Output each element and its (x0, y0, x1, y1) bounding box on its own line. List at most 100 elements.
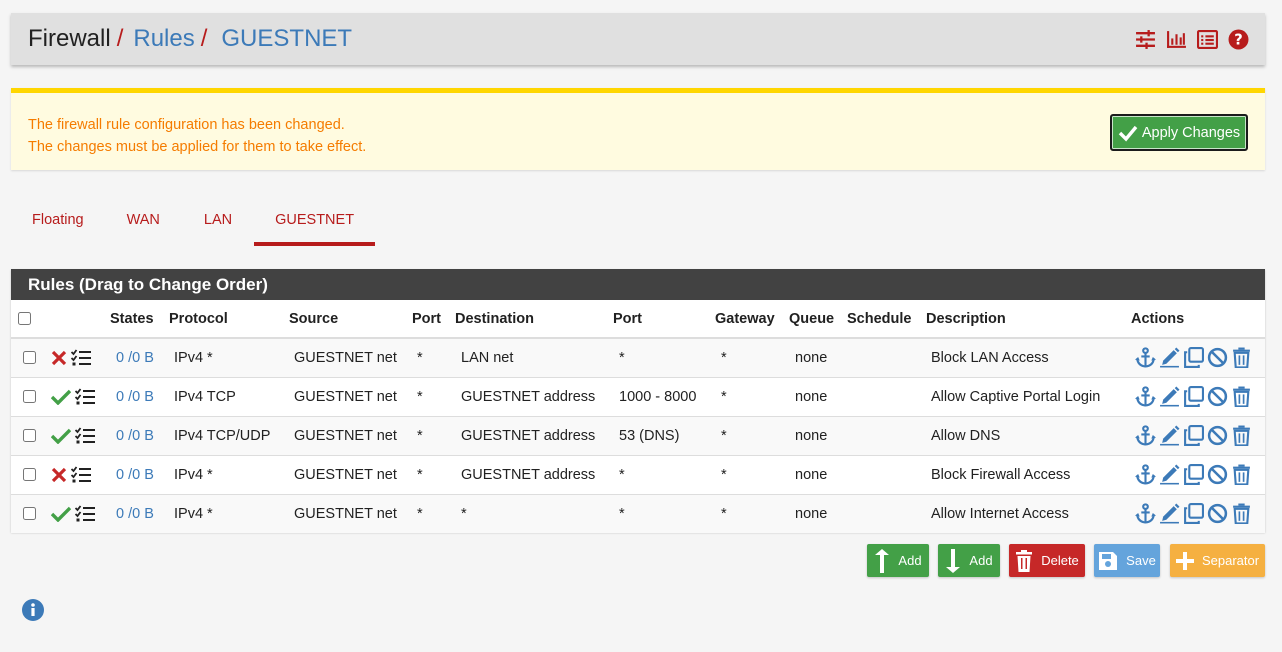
arrow-down-icon (946, 548, 961, 573)
gateway-cell: * (715, 376, 789, 416)
checklist-icon[interactable] (75, 426, 95, 445)
table-header-row: States Protocol Source Port Destination … (11, 300, 1265, 339)
pass-check-icon (51, 506, 71, 522)
tab-lan[interactable]: LAN (182, 200, 254, 246)
header-icons: ? (1135, 29, 1249, 50)
states-link[interactable]: 0 /0 B (110, 454, 169, 494)
trash-icon[interactable] (1231, 503, 1252, 525)
schedule-cell (847, 337, 926, 377)
pencil-icon[interactable] (1159, 347, 1180, 368)
list-icon[interactable] (1197, 29, 1218, 50)
disable-icon[interactable] (1207, 347, 1228, 368)
breadcrumb-separator: / (116, 25, 124, 52)
pencil-icon[interactable] (1159, 464, 1180, 485)
bar-chart-icon[interactable] (1166, 29, 1187, 50)
copy-icon[interactable] (1183, 425, 1204, 446)
checklist-icon[interactable] (75, 505, 95, 523)
breadcrumb-separator: / (200, 25, 208, 52)
save-button[interactable]: Save (1094, 544, 1160, 577)
copy-icon[interactable] (1183, 386, 1204, 407)
copy-icon[interactable] (1183, 347, 1204, 369)
source-cell: GUESTNET net (289, 493, 412, 533)
row-checkbox[interactable] (23, 468, 36, 482)
trash-icon[interactable] (1231, 386, 1252, 407)
checklist-icon[interactable] (71, 465, 91, 484)
row-select-cell (11, 493, 51, 533)
table-row[interactable]: 0 /0 B IPv4 TCP/UDP GUESTNET net * GUESTNET … (11, 415, 1265, 455)
trash-icon[interactable] (1231, 425, 1252, 446)
table-row[interactable]: 0 /0 B IPv4 TCP GUESTNET net * GUESTNET addr… (11, 376, 1265, 416)
destination-port-cell: 1000 - 8000 (613, 376, 715, 416)
states-link[interactable]: 0 /0 B (110, 337, 169, 377)
states-link[interactable]: 0 /0 B (110, 376, 169, 416)
source-port-cell: * (412, 376, 455, 416)
breadcrumb-guestnet[interactable]: GUESTNET (221, 27, 352, 51)
anchor-icon[interactable] (1135, 464, 1156, 485)
source-port-cell: * (412, 454, 455, 494)
sliders-icon[interactable] (1135, 29, 1156, 50)
tab-floating[interactable]: Floating (11, 200, 105, 246)
gateway-cell: * (715, 493, 789, 533)
checklist-icon[interactable] (71, 349, 91, 367)
trash-icon[interactable] (1231, 464, 1252, 485)
destination-cell: * (455, 493, 613, 533)
disable-icon[interactable] (1207, 464, 1228, 485)
apply-changes-button[interactable]: Apply Changes (1110, 114, 1248, 151)
disable-icon[interactable] (1207, 425, 1228, 446)
status-cell (51, 337, 110, 377)
schedule-cell (847, 493, 926, 533)
table-row[interactable]: 0 /0 B IPv4 * GUESTNET net * * * * none Allow In… (11, 493, 1265, 533)
row-checkbox[interactable] (23, 507, 36, 521)
breadcrumb-rules[interactable]: Rules (133, 27, 194, 51)
svg-text:?: ? (1234, 32, 1243, 49)
delete-button[interactable]: Delete (1009, 544, 1085, 577)
add-rule-bottom-button[interactable]: Add (938, 544, 1000, 577)
actions-cell (1131, 454, 1265, 494)
disable-icon[interactable] (1207, 386, 1228, 407)
trash-icon (1016, 549, 1033, 572)
description-cell: Block LAN Access (926, 337, 1131, 377)
table-row[interactable]: 0 /0 B IPv4 * GUESTNET net * LAN net * * none Bl… (11, 337, 1265, 377)
queue-cell: none (789, 376, 847, 416)
copy-icon[interactable] (1183, 503, 1204, 525)
protocol-cell: IPv4 * (169, 493, 289, 533)
row-checkbox[interactable] (23, 429, 36, 443)
anchor-icon[interactable] (1135, 425, 1156, 446)
select-all-checkbox[interactable] (18, 312, 31, 326)
gateway-cell: * (715, 454, 789, 494)
row-checkbox[interactable] (23, 390, 36, 404)
states-link[interactable]: 0 /0 B (110, 415, 169, 455)
trash-icon[interactable] (1231, 347, 1252, 369)
gateway-cell: * (715, 415, 789, 455)
separator-button[interactable]: Separator (1170, 544, 1265, 577)
help-icon[interactable]: ? (1228, 29, 1249, 50)
queue-cell: none (789, 337, 847, 377)
pencil-icon[interactable] (1159, 386, 1180, 407)
actions-cell (1131, 337, 1265, 377)
tab-guestnet[interactable]: GUESTNET (254, 200, 376, 246)
anchor-icon[interactable] (1135, 503, 1156, 524)
row-checkbox[interactable] (23, 351, 36, 365)
add-rule-top-button[interactable]: Add (867, 544, 929, 577)
pencil-icon[interactable] (1159, 425, 1180, 446)
protocol-cell: IPv4 TCP/UDP (169, 415, 289, 455)
destination-cell: GUESTNET address (455, 415, 613, 455)
tab-wan[interactable]: WAN (105, 200, 182, 246)
delete-label: Delete (1041, 553, 1079, 568)
destination-port-cell: 53 (DNS) (613, 415, 715, 455)
disable-icon[interactable] (1207, 503, 1228, 524)
pencil-icon[interactable] (1159, 503, 1180, 524)
source-cell: GUESTNET net (289, 454, 412, 494)
anchor-icon[interactable] (1135, 347, 1156, 368)
info-icon[interactable] (22, 599, 44, 621)
rules-table: States Protocol Source Port Destination … (11, 300, 1265, 533)
anchor-icon[interactable] (1135, 386, 1156, 407)
check-icon (1118, 125, 1138, 142)
actions-cell (1131, 415, 1265, 455)
states-link[interactable]: 0 /0 B (110, 493, 169, 533)
pass-check-icon (51, 389, 71, 405)
copy-icon[interactable] (1183, 464, 1204, 485)
checklist-icon[interactable] (75, 387, 95, 406)
col-destination: Destination (455, 300, 613, 339)
table-row[interactable]: 0 /0 B IPv4 * GUESTNET net * GUESTNET addres… (11, 454, 1265, 494)
